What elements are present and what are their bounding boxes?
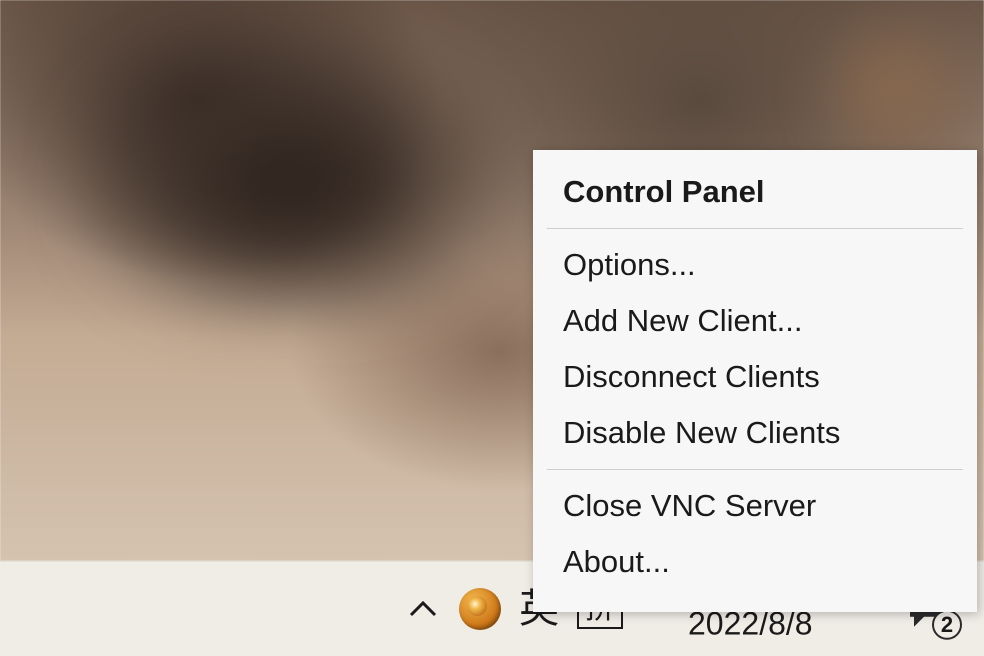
menu-item-add-new-client[interactable]: Add New Client...	[533, 293, 977, 349]
menu-separator	[547, 228, 963, 229]
menu-item-close-vnc-server[interactable]: Close VNC Server	[533, 478, 977, 534]
menu-item-disable-new-clients[interactable]: Disable New Clients	[533, 405, 977, 461]
menu-item-options[interactable]: Options...	[533, 237, 977, 293]
chevron-up-icon	[408, 599, 438, 619]
menu-item-about[interactable]: About...	[533, 534, 977, 590]
notification-badge: 2	[932, 610, 962, 640]
vnc-context-menu: Control Panel Options... Add New Client.…	[533, 150, 977, 612]
menu-item-disconnect-clients[interactable]: Disconnect Clients	[533, 349, 977, 405]
menu-separator	[547, 469, 963, 470]
vnc-server-tray-icon[interactable]	[459, 588, 501, 630]
menu-item-control-panel[interactable]: Control Panel	[533, 164, 977, 220]
show-hidden-icons-button[interactable]	[405, 591, 441, 627]
